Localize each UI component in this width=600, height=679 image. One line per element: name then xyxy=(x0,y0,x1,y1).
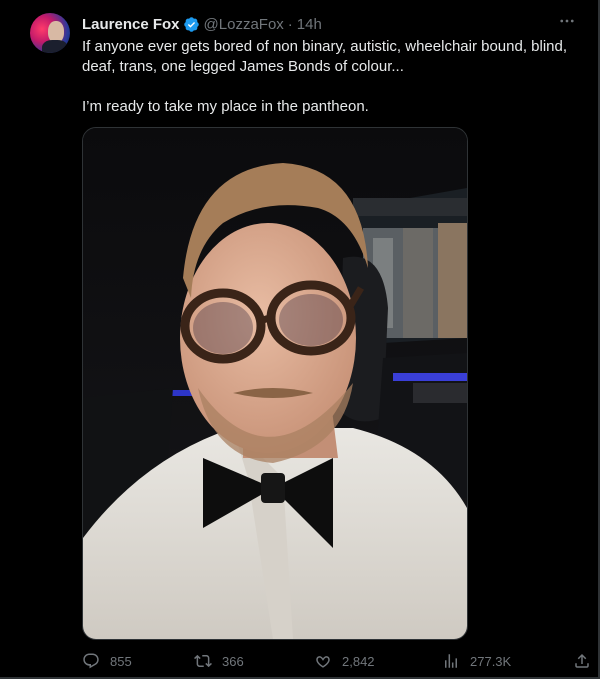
like-button[interactable]: 2,842 xyxy=(314,651,375,671)
author-handle[interactable]: @LozzaFox xyxy=(204,16,284,33)
tweet-paragraph: If anyone ever gets bored of non binary,… xyxy=(82,38,568,75)
more-icon[interactable] xyxy=(556,10,578,32)
share-icon xyxy=(575,653,589,668)
selfie-image xyxy=(83,128,467,639)
share-button[interactable] xyxy=(573,651,591,671)
avatar-body xyxy=(42,40,68,53)
retweet-icon xyxy=(194,654,212,668)
separator-dot: · xyxy=(287,15,293,33)
views-count: 277.3K xyxy=(470,653,512,669)
verified-badge-icon[interactable] xyxy=(183,16,200,33)
views-button[interactable]: 277.3K xyxy=(442,651,511,671)
tweet-header: Laurence Fox @LozzaFox · 14h xyxy=(82,14,322,34)
views-chart-icon xyxy=(445,654,457,668)
author-name[interactable]: Laurence Fox xyxy=(82,16,180,33)
tweet-timestamp[interactable]: 14h xyxy=(297,16,322,33)
tweet-text: If anyone ever gets bored of non binary,… xyxy=(82,37,588,117)
tweet-paragraph: I’m ready to take my place in the panthe… xyxy=(82,98,369,115)
avatar[interactable] xyxy=(30,13,70,53)
tweet-photo[interactable] xyxy=(82,127,468,640)
tweet-actions: 855 366 2,842 277.3K xyxy=(82,651,592,671)
tweet-card[interactable]: Laurence Fox @LozzaFox · 14h If anyone e… xyxy=(0,0,600,679)
reply-button[interactable]: 855 xyxy=(82,651,132,671)
reply-icon xyxy=(83,653,99,669)
reply-count: 855 xyxy=(110,653,132,669)
retweet-count: 366 xyxy=(222,653,244,669)
like-count: 2,842 xyxy=(342,653,375,669)
heart-icon xyxy=(316,656,330,668)
retweet-button[interactable]: 366 xyxy=(194,651,244,671)
